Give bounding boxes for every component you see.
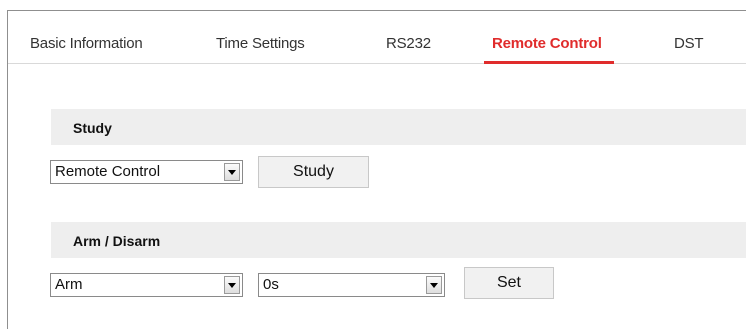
arm-mode-select[interactable]: Arm [50,273,243,297]
chevron-down-icon[interactable] [426,276,442,294]
tab-remote-control[interactable]: Remote Control [484,35,614,64]
remote-control-select[interactable]: Remote Control [50,160,243,184]
arm-mode-select-value: Arm [55,276,83,293]
remote-control-select-value: Remote Control [55,163,161,180]
tab-bar: Basic Information Time Settings RS232 Re… [8,23,746,64]
chevron-down-icon[interactable] [224,163,240,181]
chevron-down-icon[interactable] [224,276,240,294]
delay-select[interactable]: 0s [258,273,445,297]
tab-rs232[interactable]: RS232 [386,35,431,64]
delay-select-value: 0s [263,276,279,293]
study-button[interactable]: Study [258,156,369,188]
arm-disarm-section-header: Arm / Disarm [51,222,746,258]
tab-basic-information[interactable]: Basic Information [30,35,143,64]
tab-time-settings[interactable]: Time Settings [216,35,305,64]
tab-dst[interactable]: DST [674,35,704,64]
study-section-header: Study [51,109,746,145]
set-button[interactable]: Set [464,267,554,299]
